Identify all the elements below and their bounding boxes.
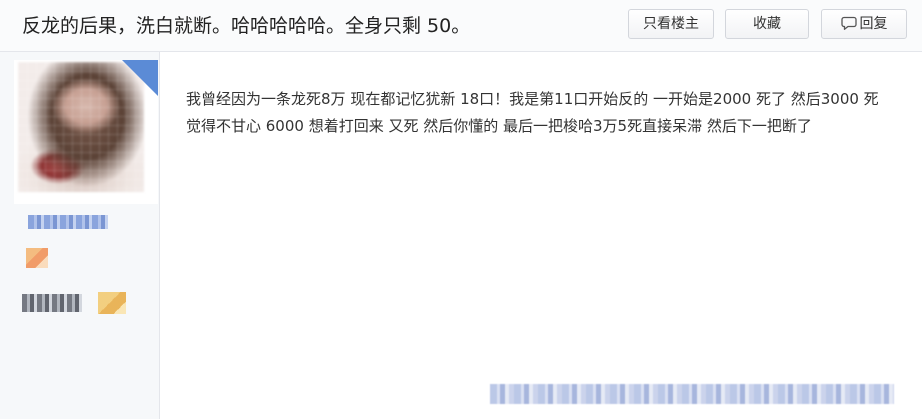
post-content: 我曾经因为一条龙死8万 现在都记忆犹新 18口！我是第11口开始反的 一开始是2…	[186, 90, 879, 135]
post-footer-redacted	[490, 384, 894, 404]
level-badge-icon	[98, 292, 126, 314]
only-op-button[interactable]: 只看楼主	[628, 9, 714, 39]
chat-bubble-icon	[840, 16, 857, 30]
author-sidebar	[0, 52, 160, 419]
avatar[interactable]	[14, 60, 158, 204]
reply-button-label: 回复	[859, 16, 888, 32]
username-redacted[interactable]	[28, 215, 108, 229]
avatar-corner-ribbon	[122, 60, 158, 96]
thread-header: 反龙的后果，洗白就断。哈哈哈哈哈。全身只剩 50。 只看楼主 收藏 回复	[0, 0, 922, 52]
member-badge-icon	[26, 248, 48, 268]
reply-button[interactable]: 回复	[821, 9, 907, 39]
thread-title: 反龙的后果，洗白就断。哈哈哈哈哈。全身只剩 50。	[22, 15, 471, 37]
favorite-button[interactable]: 收藏	[725, 9, 809, 39]
level-label-redacted	[22, 294, 82, 312]
